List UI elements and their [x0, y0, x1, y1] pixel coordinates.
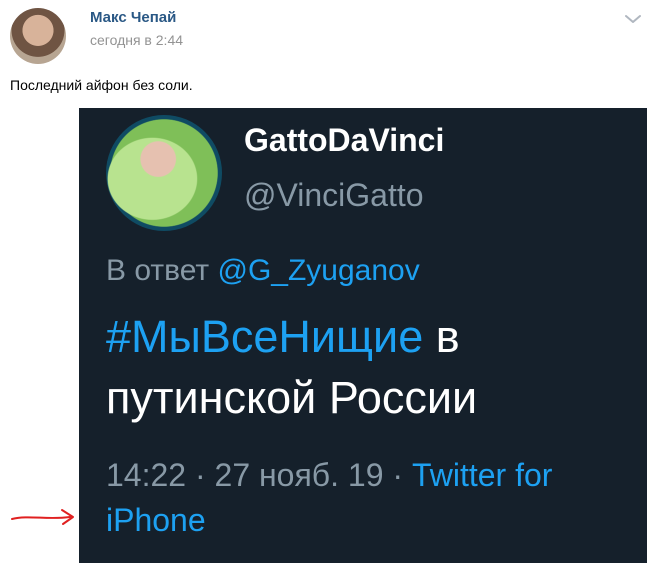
chevron-down-icon[interactable]	[624, 12, 642, 26]
reply-prefix: В ответ	[106, 254, 210, 287]
red-arrow-icon	[11, 509, 74, 525]
post-author[interactable]: Макс Чепай	[90, 9, 176, 26]
tweet-client-part1: Twitter for	[411, 457, 553, 493]
tweet-body-line2: путинской России	[106, 372, 478, 423]
post-text: Последний айфон без соли.	[10, 77, 193, 93]
tweet-avatar	[106, 115, 222, 231]
tweet-time-date: 14:22 · 27 нояб. 19 ·	[106, 457, 412, 493]
tweet-body: #МыВсеНищие в путинской России	[106, 306, 626, 428]
user-avatar[interactable]	[10, 8, 66, 64]
tweet-hashtag: #МыВсеНищие	[106, 311, 424, 362]
reply-mention: @G_Zyuganov	[217, 254, 420, 287]
tweet-handle: @VinciGatto	[244, 177, 424, 213]
post-time[interactable]: сегодня в 2:44	[90, 32, 183, 48]
tweet-body-line1-rest: в	[423, 311, 460, 362]
tweet-client-part2: iPhone	[106, 502, 206, 538]
tweet-image[interactable]: GattoDaVinci @VinciGatto В ответ @G_Zyug…	[79, 108, 647, 563]
tweet-display-name: GattoDaVinci	[244, 122, 445, 158]
tweet-meta: 14:22 · 27 нояб. 19 · Twitter for iPhone	[106, 453, 636, 543]
tweet-reply-line: В ответ @G_Zyuganov	[106, 254, 420, 288]
